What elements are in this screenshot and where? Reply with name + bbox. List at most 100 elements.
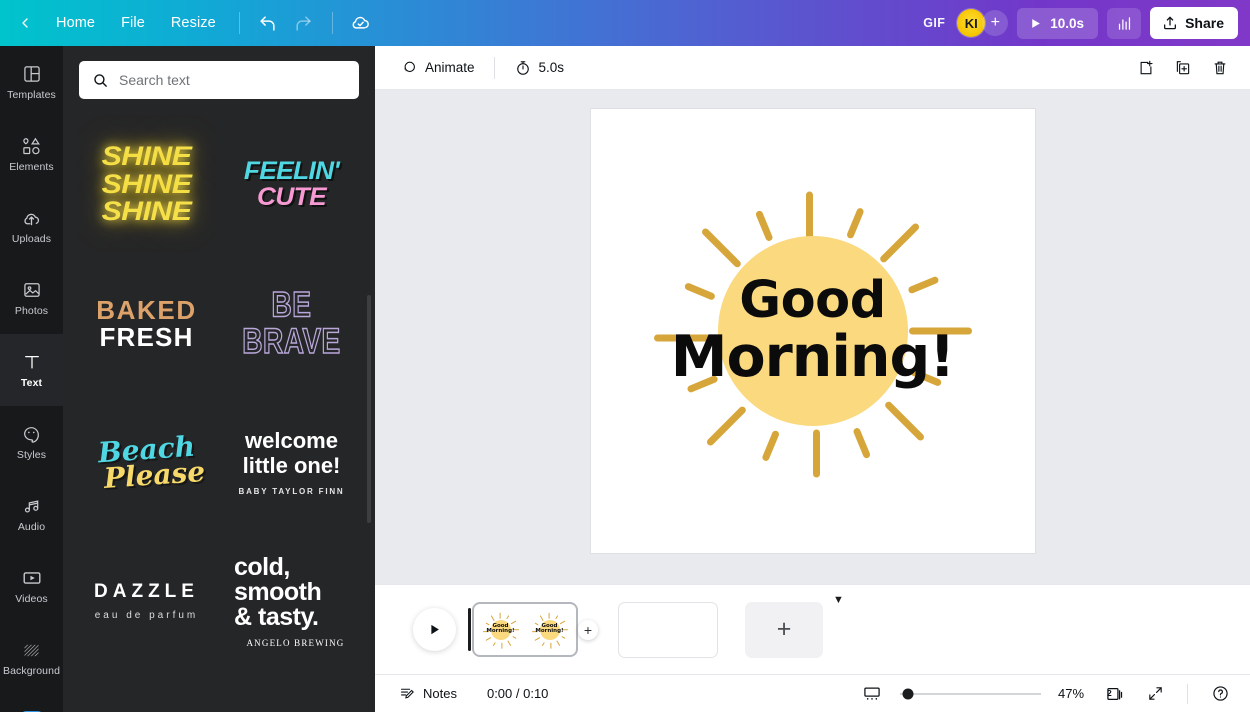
help-button[interactable] [1203,680,1238,708]
collapse-panel-handle[interactable]: ❮ [374,343,375,415]
add-page-tile[interactable]: + [745,601,823,658]
sidebar-item-label: Text [20,377,43,390]
template-line: SHINE [101,168,192,199]
cloud-save-status-button[interactable] [344,7,378,39]
resize-label: Resize [170,15,216,31]
upload-icon [1162,15,1178,31]
play-icon [427,622,442,637]
template-art-be-brave: BE BRAVE [226,285,357,362]
timeline-playhead[interactable] [468,608,471,651]
expand-icon [1147,685,1164,702]
insert-page-between-button[interactable]: + [578,619,598,640]
gif-format-label[interactable]: GIF [920,16,948,30]
duplicate-page-button[interactable] [1167,53,1199,83]
zoom-slider[interactable] [900,688,1041,699]
page-thumbnail[interactable]: Good Morning! [477,606,524,653]
search-input[interactable] [119,72,346,88]
design-page[interactable]: Good Morning! [590,109,1035,553]
templates-icon [22,63,42,85]
ctx-divider [493,56,495,79]
context-toolbar: Animate 5.0s [375,46,1250,90]
page-count-button[interactable]: 2 [1101,681,1129,707]
text-template-card[interactable]: XOXO [77,671,216,712]
text-template-card[interactable]: Beach Please [77,393,216,532]
zoom-level-label[interactable]: 47% [1051,686,1091,701]
timeline-play-button[interactable] [413,608,456,651]
chevron-left-icon [17,15,33,31]
notes-label: Notes [423,686,457,701]
sun-ray [705,405,747,447]
text-template-list[interactable]: SHINE SHINE SHINE FEELIN' CUTE BAKED FRE… [63,109,375,712]
sun-ray [883,400,925,442]
template-line: little one! [242,452,341,478]
template-line: BE [271,285,312,325]
empty-page-thumbnail[interactable] [618,601,718,658]
template-line: BAKED [96,294,197,325]
sidebar-item-text[interactable]: Text [0,334,63,406]
sidebar-item-styles[interactable]: Styles [0,406,63,478]
page-duration-button[interactable]: 5.0s [505,53,574,83]
status-bar: Notes 0:00 / 0:10 47% 2 [375,674,1250,712]
delete-page-button[interactable] [1204,53,1236,83]
animate-label: Animate [425,60,475,75]
canvas-area[interactable]: Good Morning! [375,90,1250,584]
sidebar-item-videos[interactable]: Videos [0,550,63,622]
selected-page-group[interactable]: Good Morning! Good Morning! [468,602,578,657]
playback-time: 0:00 / 0:10 [486,686,549,701]
redo-button[interactable] [287,7,321,39]
undo-button[interactable] [251,7,285,39]
text-template-card[interactable]: SHINE SHINE SHINE [77,115,216,254]
page-thumbnail[interactable]: Good Morning! [526,606,573,653]
add-page-button[interactable] [1130,53,1162,83]
template-line: smooth [234,578,322,606]
zoom-slider-track[interactable] [902,688,1041,699]
sidebar-item-audio[interactable]: Audio [0,478,63,550]
template-art-dazzle: DAZZLE eau de parfum [81,582,212,621]
background-icon [21,639,42,661]
sidebar-item-templates[interactable]: Templates [0,46,63,118]
panel-scrollbar[interactable] [367,295,371,523]
search-box[interactable] [79,61,359,99]
text-template-card[interactable]: welcome little one! BABY TAYLOR FINN [222,393,361,532]
collaborators: KI + [957,9,1009,37]
share-button[interactable]: Share [1150,7,1238,39]
template-art-beach-please: Beach Please [81,430,212,494]
sun-ray [851,426,871,460]
text-template-card[interactable]: FEELIN' CUTE [222,115,361,254]
text-template-card[interactable]: HELLO [222,671,361,712]
sun-ray [754,209,774,243]
insights-button[interactable] [1107,7,1142,39]
sidebar-item-emoji[interactable]: 😀 Emoji [0,694,63,712]
search-icon [92,72,109,89]
sidebar-item-label: Photos [14,305,49,318]
back-button[interactable] [8,7,42,39]
file-menu-button[interactable]: File [109,7,157,39]
add-collaborator-button[interactable]: + [982,10,1009,36]
fullscreen-button[interactable] [1139,680,1172,708]
resize-button[interactable]: Resize [159,7,228,39]
add-page-icon [1137,59,1155,77]
sidebar-item-background[interactable]: Background [0,622,63,694]
text-template-card[interactable]: BE BRAVE [222,254,361,393]
search-area [63,46,375,109]
avatar[interactable]: KI [957,9,986,37]
presenter-view-button[interactable] [854,680,890,708]
sidebar-item-photos[interactable]: Photos [0,262,63,334]
sidebar-item-uploads[interactable]: Uploads [0,190,63,262]
main-area: Animate 5.0s Good Morning! ▼ Good Mornin… [375,46,1250,712]
home-menu-button[interactable]: Home [44,7,107,39]
text-template-card[interactable]: BAKED FRESH [77,254,216,393]
present-duration-button[interactable]: 10.0s [1017,7,1099,39]
text-template-card[interactable]: cold, smooth & tasty. ANGELO BREWING [222,532,361,671]
zoom-slider-handle[interactable] [902,688,914,699]
notes-button[interactable]: Notes [391,680,465,708]
design-text-element[interactable]: Good Morning! [591,275,1035,386]
thumbnail-sun: Good Morning! [481,610,521,650]
sidebar-item-elements[interactable]: Elements [0,118,63,190]
animate-button[interactable]: Animate [391,53,484,83]
toolbar-divider-1 [238,12,240,34]
sidebar-item-label: Background [2,665,61,678]
text-template-card[interactable]: DAZZLE eau de parfum [77,532,216,671]
presenter-view-icon [862,684,882,704]
thumbnail-sun: Good Morning! [530,610,570,650]
